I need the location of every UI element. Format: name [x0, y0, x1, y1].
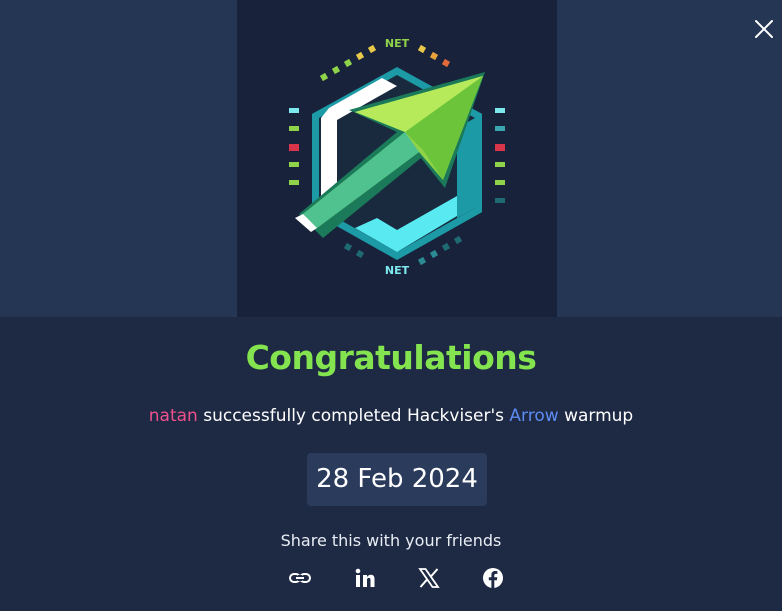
badge-label-top: NET: [385, 37, 410, 50]
username: natan: [148, 406, 198, 426]
x-icon[interactable]: [417, 566, 441, 590]
share-label: Share this with your friends: [280, 531, 502, 550]
linkedin-icon[interactable]: [353, 566, 377, 590]
message-text: successfully completed Hackviser's: [197, 406, 510, 426]
machine-name: Arrow: [509, 406, 559, 426]
facebook-icon[interactable]: [481, 566, 505, 590]
message-suffix: warmup: [558, 406, 634, 426]
completion-message: natan successfully completed Hackviser's…: [0, 406, 782, 426]
page-title: Congratulations: [245, 338, 537, 377]
machine-badge-image: NET NET: [237, 0, 557, 317]
completion-modal: NET NET Congratulations natan successful…: [0, 0, 782, 611]
badge-label-bottom: NET: [385, 264, 410, 277]
close-icon[interactable]: [754, 19, 774, 39]
completion-date: 28 Feb 2024: [307, 453, 487, 506]
link-icon[interactable]: [288, 566, 312, 590]
